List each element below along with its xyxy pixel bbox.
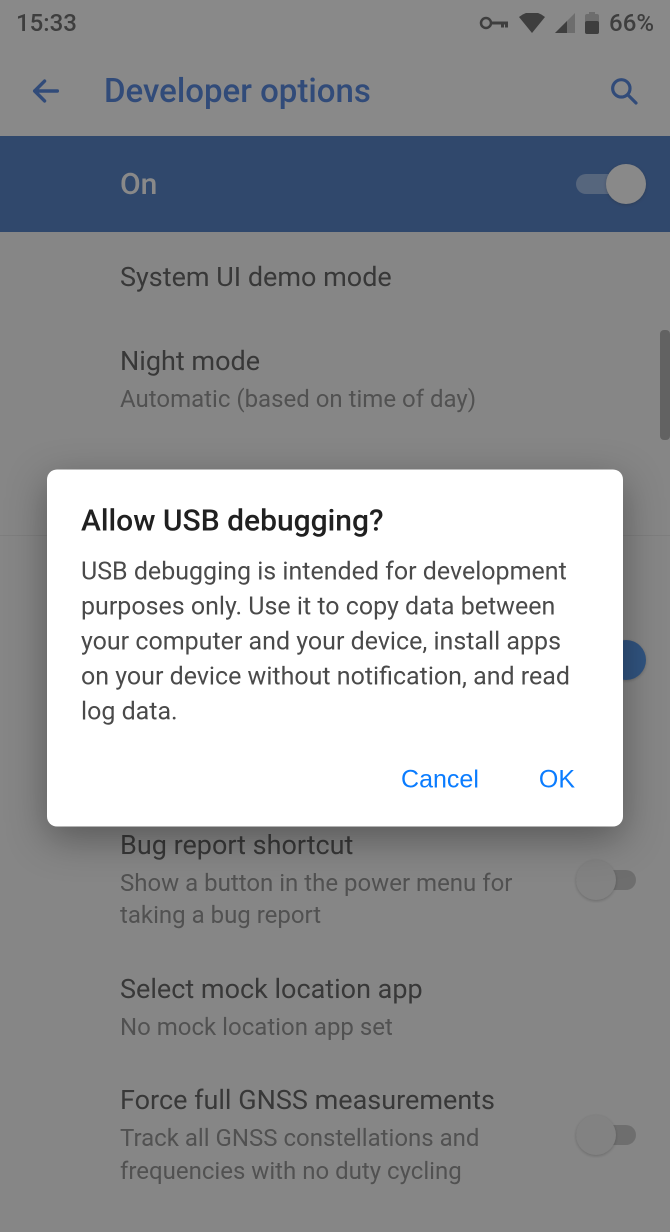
ok-button[interactable]: OK: [531, 754, 583, 807]
screen: 15:33 66% Developer options On: [0, 0, 670, 1232]
cancel-button[interactable]: Cancel: [393, 754, 487, 807]
dialog-title: Allow USB debugging?: [81, 504, 589, 539]
dialog-actions: Cancel OK: [81, 754, 589, 807]
usb-debugging-dialog: Allow USB debugging? USB debugging is in…: [47, 470, 623, 827]
dialog-body: USB debugging is intended for developmen…: [81, 555, 589, 730]
